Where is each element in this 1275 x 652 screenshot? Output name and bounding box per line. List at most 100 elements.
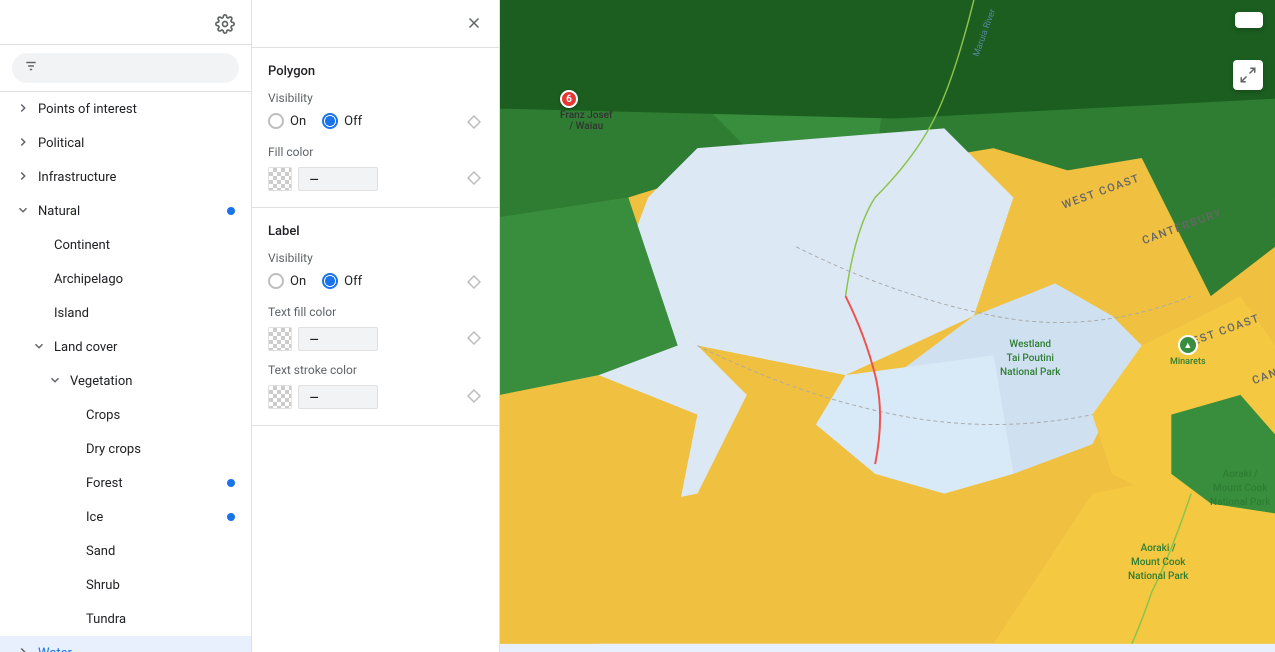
filter-input[interactable] <box>12 53 239 83</box>
nav-label-shrub: Shrub <box>86 578 120 593</box>
radio-circle-on-polygon <box>268 113 284 129</box>
fill-color-swatch-group: – <box>268 167 378 191</box>
nav-item-crops[interactable]: Crops <box>0 398 251 432</box>
left-panel: Points of interest Political Infrastructur… <box>0 0 252 652</box>
fill-color-value[interactable]: – <box>298 167 378 191</box>
diamond-icon-fill[interactable] <box>467 171 483 187</box>
nav-item-natural[interactable]: Natural <box>0 194 251 228</box>
radio-off-label-polygon: Off <box>344 114 362 129</box>
text-fill-color-row: – <box>268 327 483 351</box>
nav-item-archipelago[interactable]: Archipelago <box>0 262 251 296</box>
nav-item-political[interactable]: Political <box>0 126 251 160</box>
nav-label-infrastructure: Infrastructure <box>38 170 116 185</box>
radio-group-polygon: On Off <box>268 113 362 129</box>
radio-off-text-label: Off <box>344 274 362 289</box>
nav-label-political: Political <box>38 136 84 151</box>
map-area[interactable]: 6 Franz Josef/ Waiau WEST COAST CANTERBU… <box>500 0 1275 652</box>
nav-label-points-of-interest: Points of interest <box>38 102 137 117</box>
visibility-row-label: On Off <box>268 273 483 293</box>
chevron-icon-political <box>16 135 32 151</box>
filter-bar <box>0 45 251 92</box>
text-fill-color-swatch[interactable] <box>268 327 292 351</box>
radio-off-label[interactable]: Off <box>322 273 362 289</box>
fill-color-row: – <box>268 167 483 191</box>
nav-item-sand[interactable]: Sand <box>0 534 251 568</box>
visibility-label-polygon: Visibility <box>268 91 483 105</box>
radio-circle-off-polygon <box>322 113 338 129</box>
text-stroke-swatch-group: – <box>268 385 378 409</box>
label-section: Label Visibility On Off Text fill color <box>252 208 499 426</box>
nav-label-archipelago: Archipelago <box>54 272 123 287</box>
nav-item-tundra[interactable]: Tundra <box>0 602 251 636</box>
nav-item-island[interactable]: Island <box>0 296 251 330</box>
nav-item-infrastructure[interactable]: Infrastructure <box>0 160 251 194</box>
nav-item-dry-crops[interactable]: Dry crops <box>0 432 251 466</box>
nav-item-vegetation[interactable]: Vegetation <box>0 364 251 398</box>
radio-circle-on-label <box>268 273 284 289</box>
nav-label-ice: Ice <box>86 510 103 525</box>
panel-header <box>0 0 251 45</box>
polygon-title: Polygon <box>268 64 483 79</box>
middle-header <box>252 0 499 48</box>
radio-on-label[interactable]: On <box>268 273 306 289</box>
nav-item-shrub[interactable]: Shrub <box>0 568 251 602</box>
fill-color-swatch[interactable] <box>268 167 292 191</box>
radio-off-polygon[interactable]: Off <box>322 113 362 129</box>
text-stroke-color-swatch[interactable] <box>268 385 292 409</box>
label-title: Label <box>268 224 483 239</box>
filter-icon <box>24 59 38 77</box>
text-stroke-color-value[interactable]: – <box>298 385 378 409</box>
nav-item-land-cover[interactable]: Land cover <box>0 330 251 364</box>
nav-list: Points of interest Political Infrastructur… <box>0 92 251 652</box>
text-stroke-color-row: – <box>268 385 483 409</box>
close-icon[interactable] <box>465 14 483 37</box>
nav-label-water: Water <box>38 646 72 652</box>
text-stroke-color-label: Text stroke color <box>268 363 483 377</box>
dot-natural <box>227 207 235 215</box>
fill-color-label: Fill color <box>268 145 483 159</box>
text-fill-swatch-group: – <box>268 327 378 351</box>
chevron-icon-infrastructure <box>16 169 32 185</box>
franz-josef-marker: 6 Franz Josef/ Waiau <box>560 90 612 132</box>
radio-group-label: On Off <box>268 273 362 289</box>
nav-label-crops: Crops <box>86 408 120 423</box>
map-expand-button[interactable] <box>1233 60 1263 90</box>
chevron-icon-water <box>16 645 32 652</box>
nav-label-island: Island <box>54 306 89 321</box>
diamond-icon-text-fill[interactable] <box>467 331 483 347</box>
franz-josef-label: Franz Josef/ Waiau <box>560 110 612 132</box>
nav-item-continent[interactable]: Continent <box>0 228 251 262</box>
chevron-icon-land-cover <box>32 339 48 355</box>
nav-item-ice[interactable]: Ice <box>0 500 251 534</box>
nav-label-sand: Sand <box>86 544 115 559</box>
diamond-icon-text-stroke[interactable] <box>467 389 483 405</box>
gear-icon[interactable] <box>215 14 235 34</box>
radio-on-text-label: On <box>290 274 306 289</box>
chevron-icon-natural <box>16 203 32 219</box>
nav-item-forest[interactable]: Forest <box>0 466 251 500</box>
diamond-icon-visibility-label[interactable] <box>467 275 483 291</box>
visibility-label-label: Visibility <box>268 251 483 265</box>
radio-circle-off-label <box>322 273 338 289</box>
nav-item-points-of-interest[interactable]: Points of interest <box>0 92 251 126</box>
franz-josef-badge: 6 <box>560 90 578 108</box>
diamond-icon-visibility-polygon[interactable] <box>467 115 483 131</box>
polygon-section: Polygon Visibility On Off Fill color <box>252 48 499 208</box>
dot-forest <box>227 479 235 487</box>
nav-item-water[interactable]: Water <box>0 636 251 652</box>
text-fill-color-value[interactable]: – <box>298 327 378 351</box>
nav-label-forest: Forest <box>86 476 123 491</box>
radio-on-label-polygon: On <box>290 114 306 129</box>
chevron-icon-vegetation <box>48 373 64 389</box>
radio-on-polygon[interactable]: On <box>268 113 306 129</box>
nav-label-dry-crops: Dry crops <box>86 442 141 457</box>
nav-label-tundra: Tundra <box>86 612 126 627</box>
middle-panel: Polygon Visibility On Off Fill color <box>252 0 500 652</box>
nav-label-vegetation: Vegetation <box>70 374 132 389</box>
nav-label-natural: Natural <box>38 204 80 219</box>
visibility-row-polygon: On Off <box>268 113 483 133</box>
map-search-box[interactable] <box>1235 12 1263 28</box>
text-fill-color-label: Text fill color <box>268 305 483 319</box>
nav-label-continent: Continent <box>54 238 110 253</box>
dot-ice <box>227 513 235 521</box>
